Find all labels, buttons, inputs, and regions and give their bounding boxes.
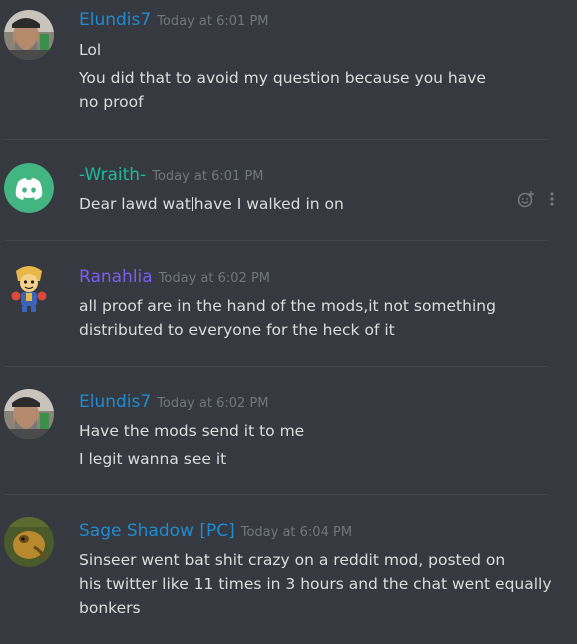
username[interactable]: Elundis7 (79, 392, 151, 412)
username[interactable]: Ranahlia (79, 267, 153, 287)
message-text: Have the mods send it to me (79, 422, 305, 440)
avatar[interactable] (4, 163, 54, 213)
message-text: Lol (79, 41, 102, 59)
cartoon-character-avatar-icon (11, 266, 47, 312)
username[interactable]: Elundis7 (79, 10, 151, 30)
message-text: no proof (79, 93, 144, 111)
avatar[interactable] (4, 10, 54, 60)
username[interactable]: -Wraith- (79, 165, 146, 185)
message-text: Dear lawd wat have I walked in on (79, 192, 344, 216)
message-divider (5, 240, 548, 241)
add-reaction-icon[interactable] (517, 190, 535, 208)
text-cursor (191, 197, 193, 211)
bearded-man-avatar-icon (4, 389, 54, 439)
message-text-part: have I walked in on (193, 195, 344, 213)
timestamp: Today at 6:02 PM (158, 271, 270, 286)
timestamp: Today at 6:02 PM (157, 396, 269, 411)
message-text: I legit wanna see it (79, 450, 227, 468)
discord-default-avatar-icon (4, 163, 54, 213)
message-text: Sinseer went bat shit crazy on a reddit … (79, 551, 506, 569)
avatar[interactable] (4, 389, 54, 439)
message-divider (5, 139, 548, 140)
timestamp: Today at 6:01 PM (152, 169, 264, 184)
bearded-man-avatar-icon (4, 10, 54, 60)
animal-avatar-icon (4, 517, 54, 567)
avatar[interactable] (4, 517, 54, 567)
message-text-part: Dear lawd wat (79, 195, 191, 213)
message-text: distributed to everyone for the heck of … (79, 321, 395, 339)
timestamp: Today at 6:01 PM (157, 14, 269, 29)
message-text: all proof are in the hand of the mods,it… (79, 297, 496, 315)
message-divider (5, 494, 548, 495)
message-divider (5, 366, 548, 367)
message-hover-toolbar (517, 190, 555, 208)
more-options-icon[interactable] (549, 191, 555, 207)
avatar[interactable] (4, 263, 54, 313)
username[interactable]: Sage Shadow [PC] (79, 521, 235, 541)
message-text: bonkers (79, 599, 141, 617)
message-text: his twitter like 11 times in 3 hours and… (79, 575, 552, 593)
timestamp: Today at 6:04 PM (240, 525, 353, 540)
message-text: You did that to avoid my question becaus… (79, 69, 486, 87)
